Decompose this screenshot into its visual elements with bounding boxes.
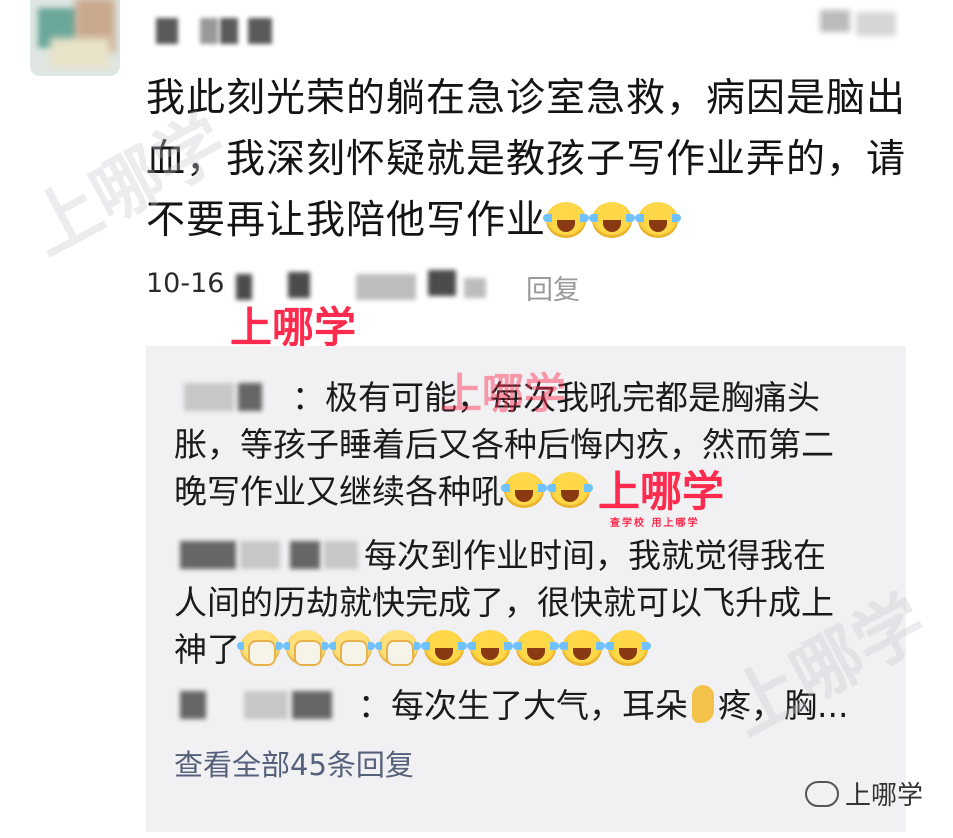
laugh-cry-icon bbox=[501, 472, 547, 508]
reply-text: 晚写作业又继续各种吼 bbox=[174, 472, 504, 511]
reply-item[interactable]: ：极有可能，每次我吼完都是胸痛头 胀，等孩子睡着后又各种后悔内疚，然而第二 晚写… bbox=[174, 374, 834, 515]
face-palm-icon bbox=[329, 630, 375, 666]
avatar[interactable] bbox=[30, 0, 120, 76]
post-body: 我此刻光荣的躺在急诊室急救，病因是脑出 血，我深刻怀疑就是教孩子写作业弄的，请 … bbox=[146, 68, 926, 251]
post-timestamp: 10-16 bbox=[146, 268, 225, 299]
reply-text: ：每次生了大气，耳朵 bbox=[358, 686, 688, 725]
laugh-cry-icon bbox=[547, 472, 593, 508]
laugh-cry-icon bbox=[467, 630, 513, 666]
reply-link[interactable]: 回复 bbox=[526, 268, 580, 307]
laugh-cry-icon bbox=[605, 630, 651, 666]
reply-text: 每次到作业时间，我就觉得我在 bbox=[364, 536, 826, 575]
reply-author-blurred[interactable] bbox=[174, 691, 358, 721]
reply-text: 人间的历劫就快完成了，很快就可以飞升成上 bbox=[174, 583, 834, 622]
face-palm-icon bbox=[375, 630, 421, 666]
post-meta: 10-16 回复 bbox=[146, 268, 580, 308]
username-blurred[interactable] bbox=[156, 18, 276, 48]
laugh-cry-icon bbox=[635, 202, 682, 238]
post-line: 我此刻光荣的躺在急诊室急救，病因是脑出 bbox=[146, 76, 907, 121]
replies-panel: ：极有可能，每次我吼完都是胸痛头 胀，等孩子睡着后又各种后悔内疚，然而第二 晚写… bbox=[146, 346, 906, 832]
face-palm-icon bbox=[237, 630, 283, 666]
post-line-text: 不要再让我陪他写作业 bbox=[146, 198, 547, 243]
post-line: 血，我深刻怀疑就是教孩子写作业弄的，请 bbox=[146, 137, 907, 182]
view-all-replies-link[interactable]: 查看全部45条回复 bbox=[174, 742, 414, 784]
reply-text: 神了 bbox=[174, 630, 240, 669]
reply-text: 胀，等孩子睡着后又各种后悔内疚，然而第二 bbox=[174, 425, 834, 464]
laugh-cry-icon bbox=[513, 630, 559, 666]
reply-item[interactable]: 每次到作业时间，我就觉得我在 人间的历劫就快完成了，很快就可以飞升成上 神了 bbox=[174, 532, 834, 673]
post-line: 不要再让我陪他写作业 bbox=[146, 190, 926, 251]
reply-author-blurred[interactable] bbox=[174, 383, 292, 413]
ear-icon bbox=[692, 685, 714, 723]
corner-blurred-info bbox=[820, 6, 900, 46]
reply-author-blurred[interactable] bbox=[174, 541, 364, 571]
wechat-icon bbox=[804, 781, 839, 807]
reply-text: ：极有可能，每次我吼完都是胸痛头 bbox=[292, 378, 820, 417]
meta-blurred bbox=[236, 268, 566, 304]
brand-footer: 上哪学 bbox=[804, 775, 923, 812]
laugh-cry-icon bbox=[559, 630, 605, 666]
laugh-cry-icon bbox=[421, 630, 467, 666]
reply-item[interactable]: ：每次生了大气，耳朵 疼，胸... bbox=[174, 682, 848, 729]
brand-name: 上哪学 bbox=[844, 781, 923, 811]
laugh-cry-icon bbox=[589, 202, 636, 238]
laugh-cry-icon bbox=[543, 202, 590, 238]
reply-text: 疼，胸... bbox=[718, 686, 849, 725]
face-palm-icon bbox=[283, 630, 329, 666]
